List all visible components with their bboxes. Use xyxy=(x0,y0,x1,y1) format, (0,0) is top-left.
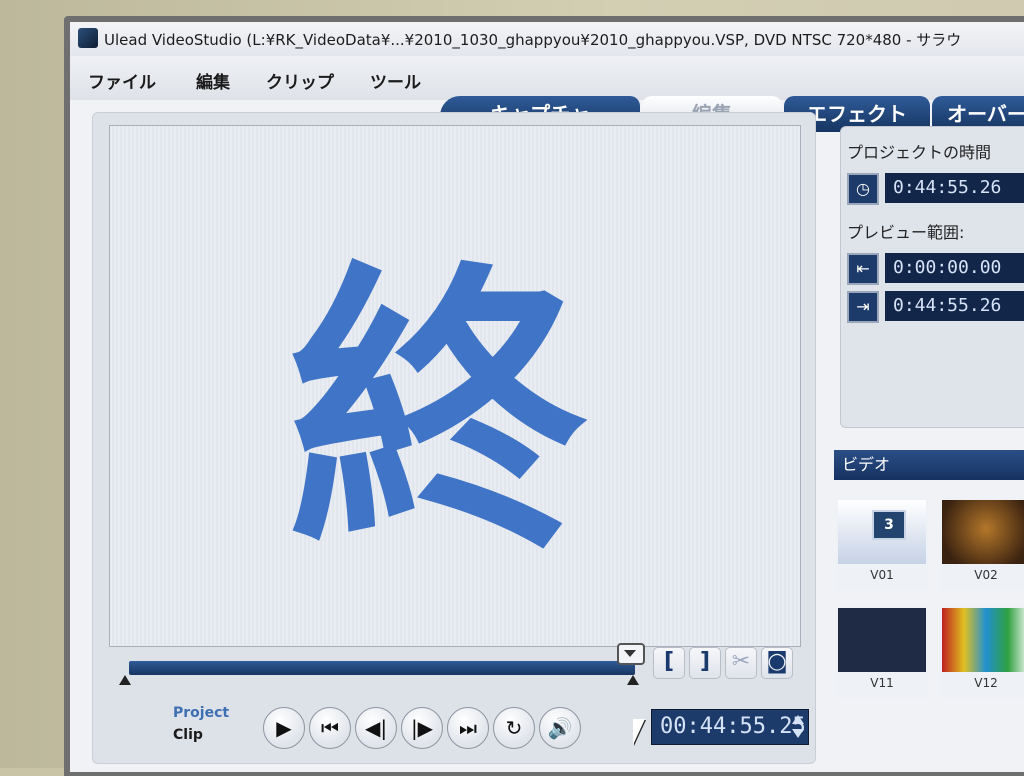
thumb-label: V11 xyxy=(870,676,894,690)
project-info-panel: プロジェクトの時間 ◷ 0:44:55.26 プレビュー範囲: ⇤ 0:00:0… xyxy=(840,126,1024,428)
menu-clip[interactable]: クリップ xyxy=(266,68,334,93)
preview-kanji-text: 終 xyxy=(288,235,588,588)
project-mode-label[interactable]: Project xyxy=(173,705,229,721)
mark-in-button[interactable]: [ xyxy=(653,647,685,679)
timecode-value: 00:44:55.25 xyxy=(660,714,806,739)
scrub-handle[interactable] xyxy=(617,643,645,665)
mark-out-button[interactable]: ] xyxy=(689,647,721,679)
project-time-row: ◷ 0:44:55.26 xyxy=(847,173,1024,205)
thumb-label: V12 xyxy=(974,676,998,690)
mouse-cursor xyxy=(633,719,645,745)
menu-edit[interactable]: 編集 xyxy=(196,68,230,93)
scissors-icon[interactable]: ✂ xyxy=(725,647,757,679)
range-start-row: ⇤ 0:00:00.00 xyxy=(847,253,1024,285)
thumb-image xyxy=(838,608,926,672)
go-end-icon[interactable]: ⏭ xyxy=(447,707,489,749)
timecode-down-arrow[interactable] xyxy=(792,729,804,738)
range-end-row: ⇥ 0:44:55.26 xyxy=(847,291,1024,323)
window-title: Ulead VideoStudio (L:¥RK_VideoData¥...¥2… xyxy=(104,31,962,49)
menu-bar: ファイル 編集 クリップ ツール キャプチャ 編集 エフェクト オーバー xyxy=(70,56,1024,132)
library-thumb-v12[interactable]: V12 xyxy=(940,606,1024,698)
next-frame-icon[interactable]: |▶ xyxy=(401,707,443,749)
prev-frame-icon[interactable]: ◀| xyxy=(355,707,397,749)
library-header[interactable]: ビデオ xyxy=(834,450,1024,480)
project-time-label: プロジェクトの時間 xyxy=(847,143,992,162)
snapshot-icon[interactable]: ◙ xyxy=(761,647,793,679)
preview-screen: 終 xyxy=(109,125,801,647)
thumb-image xyxy=(942,608,1024,672)
timecode-spinner[interactable] xyxy=(792,713,806,741)
app-window: Ulead VideoStudio (L:¥RK_VideoData¥...¥2… xyxy=(70,22,1024,772)
trim-start-marker[interactable] xyxy=(119,675,131,685)
range-end-icon[interactable]: ⇥ xyxy=(847,291,879,323)
thumb-image: 3 xyxy=(838,500,926,564)
app-icon xyxy=(78,28,98,48)
scrub-bar[interactable] xyxy=(129,661,635,675)
timecode-display[interactable]: 00:44:55.25 xyxy=(651,709,809,745)
v01-screen-text: 3 xyxy=(872,510,906,540)
clip-mode-label[interactable]: Clip xyxy=(173,727,203,743)
play-icon[interactable]: ▶ xyxy=(263,707,305,749)
volume-icon[interactable]: 🔊 xyxy=(539,707,581,749)
project-time-value: 0:44:55.26 xyxy=(885,173,1024,203)
go-start-icon[interactable]: ⏮ xyxy=(309,707,351,749)
clock-icon: ◷ xyxy=(847,173,879,205)
range-start-value: 0:00:00.00 xyxy=(885,253,1024,283)
timecode-up-arrow[interactable] xyxy=(792,715,804,724)
library-thumb-v11[interactable]: V11 xyxy=(836,606,928,698)
trim-end-marker[interactable] xyxy=(627,675,639,685)
library-thumb-v02[interactable]: V02 xyxy=(940,498,1024,590)
repeat-icon[interactable]: ↻ xyxy=(493,707,535,749)
preview-range-label: プレビュー範囲: xyxy=(847,223,965,242)
menu-tools[interactable]: ツール xyxy=(370,68,421,93)
preview-panel: 終 [ ] ✂ ◙ Project Clip ▶ ⏮ ◀| |▶ ⏭ ↻ 🔊 0… xyxy=(92,112,816,764)
title-bar: Ulead VideoStudio (L:¥RK_VideoData¥...¥2… xyxy=(70,22,1024,57)
range-end-value: 0:44:55.26 xyxy=(885,291,1024,321)
range-start-icon[interactable]: ⇤ xyxy=(847,253,879,285)
thumb-label: V02 xyxy=(974,568,998,582)
library-thumb-v01[interactable]: 3 V01 xyxy=(836,498,928,590)
thumb-label: V01 xyxy=(870,568,894,582)
menu-file[interactable]: ファイル xyxy=(88,68,156,93)
thumb-image xyxy=(942,500,1024,564)
